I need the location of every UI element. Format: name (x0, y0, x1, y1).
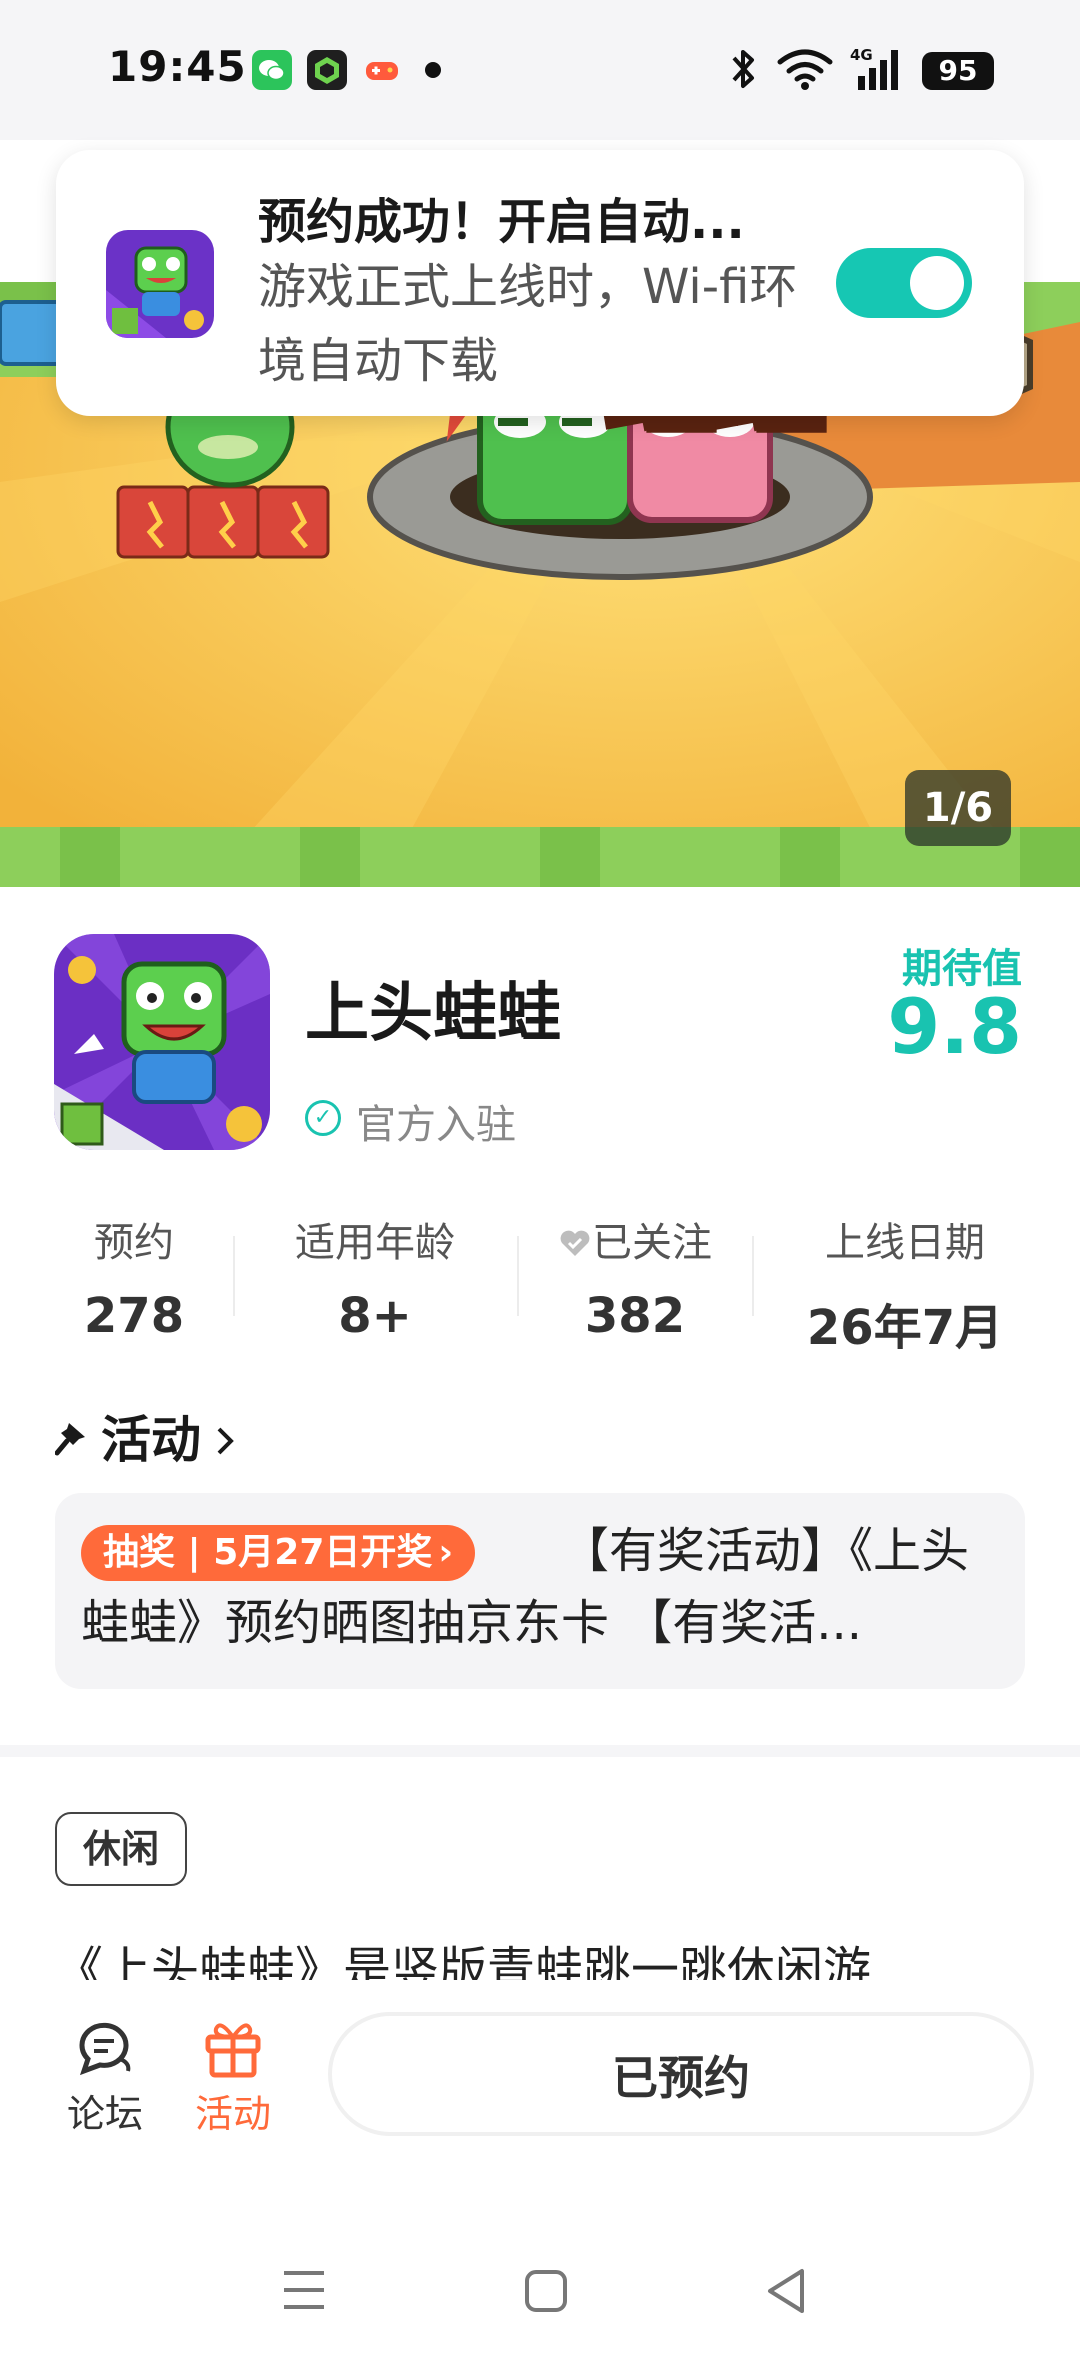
pin-icon (54, 1413, 89, 1456)
forum-icon (60, 2015, 150, 2083)
lottery-badge-text: 抽奖 | 5月27日开奖 (103, 1532, 433, 1573)
activity-heading: 活动 (101, 1411, 201, 1469)
lottery-badge: 抽奖 | 5月27日开奖 › (81, 1525, 476, 1581)
game-notification-icon (362, 50, 402, 90)
section-separator (0, 1745, 1080, 1757)
expectation-score: 9.8 (887, 982, 1022, 1071)
forum-label: 论坛 (66, 2092, 143, 2136)
verified-check-icon: ✓ (305, 1100, 341, 1136)
heart-icon (558, 1222, 592, 1256)
notification-title: 预约成功！开启自动... (258, 194, 745, 250)
reserved-button[interactable]: 已预约 (328, 2012, 1034, 2136)
stat-value: 26年7月 (806, 1300, 1004, 1356)
activity-tab[interactable]: 活动 (188, 2015, 278, 2138)
status-time: 19:45 (108, 42, 247, 91)
recents-icon[interactable] (280, 2267, 328, 2317)
status-bar: 19:45 4G 95 (0, 0, 1080, 140)
home-icon[interactable] (524, 2269, 568, 2317)
stat-label: 上线日期 (825, 1220, 985, 1266)
stat-label: 已关注 (592, 1220, 712, 1266)
notification-body: 游戏正式上线时，Wi-fi环境自动下载 (258, 259, 798, 389)
notification-app-icon (106, 230, 214, 338)
banner-page-counter: 1/6 (905, 770, 1011, 846)
stat-value: 278 (83, 1288, 185, 1344)
stat-followers[interactable]: 已关注 382 (540, 1210, 730, 1344)
stat-reservations: 预约 278 (54, 1210, 214, 1344)
stat-divider (517, 1236, 519, 1316)
signal-type-label: 4G (850, 46, 873, 64)
activity-section-header[interactable]: 活动 (54, 1400, 241, 1472)
activity-card[interactable]: 【有奖活动】《上头蛙蛙》预约晒图抽京东卡 【有奖活... 抽奖 | 5月27日开… (55, 1493, 1025, 1689)
bluetooth-icon (728, 46, 758, 96)
cellular-signal-icon: 4G (848, 44, 908, 98)
stat-divider (233, 1236, 235, 1316)
app-notification-icon (307, 50, 347, 90)
stat-label: 适用年龄 (295, 1220, 455, 1266)
badge-chevron-icon: › (438, 1532, 454, 1573)
more-notifications-dot (425, 62, 441, 78)
wechat-icon (252, 50, 292, 90)
wifi-icon (776, 48, 834, 94)
stat-value: 382 (584, 1288, 686, 1344)
toggle-knob (910, 256, 964, 310)
gift-icon (188, 2015, 278, 2083)
stat-label-row: 已关注 (540, 1210, 730, 1268)
chevron-right-icon (211, 1413, 241, 1455)
back-icon[interactable] (764, 2267, 808, 2319)
forum-tab[interactable]: 论坛 (60, 2015, 150, 2138)
official-label: 官方入驻 (356, 1102, 516, 1148)
stat-release-date: 上线日期 26年7月 (790, 1210, 1020, 1358)
stat-label: 预约 (94, 1220, 174, 1266)
system-navigation-bar (0, 2175, 1080, 2373)
game-icon (54, 934, 270, 1150)
game-title: 上头蛙蛙 (305, 977, 561, 1051)
game-description: 《上头蛙蛙》是竖版青蛙跳一跳休闲游 (55, 1942, 872, 1980)
stat-divider (752, 1236, 754, 1316)
bottom-action-bar: 论坛 活动 已预约 (0, 1985, 1080, 2175)
stat-age-rating: 适用年龄 8+ (265, 1210, 485, 1344)
battery-indicator: 95 (922, 52, 994, 90)
genre-tag[interactable]: 休闲 (55, 1812, 188, 1886)
reservation-notification[interactable]: 预约成功！开启自动... 游戏正式上线时，Wi-fi环境自动下载 (56, 150, 1024, 416)
auto-download-toggle[interactable] (836, 248, 972, 318)
stat-value: 8+ (338, 1288, 412, 1344)
activity-label: 活动 (194, 2092, 271, 2136)
